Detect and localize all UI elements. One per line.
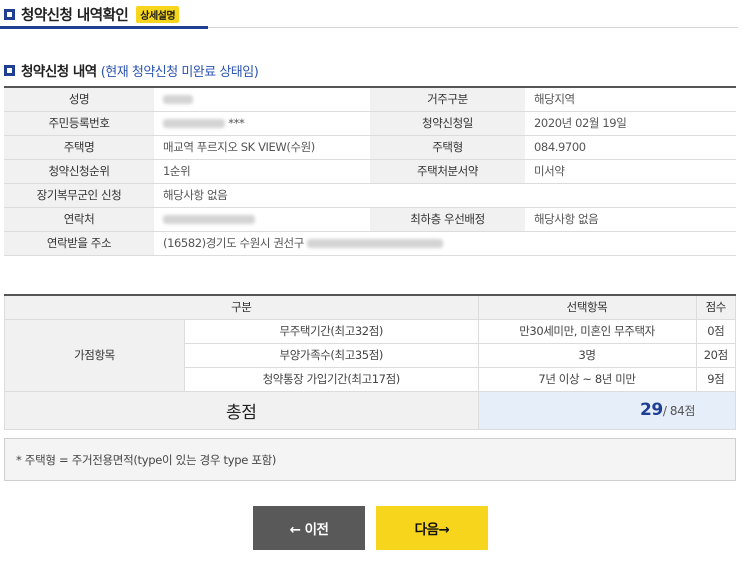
- redacted-phone: [163, 215, 255, 224]
- page-title: 청약신청 내역확인: [21, 8, 129, 24]
- name-value: [154, 87, 370, 112]
- disposal-label: 주택처분서약: [370, 159, 525, 184]
- total-max: / 84점: [662, 404, 696, 418]
- total-value-cell: 29/ 84점: [477, 390, 737, 430]
- total-score: 29: [639, 400, 663, 420]
- contact-value: [154, 207, 370, 232]
- section-title: 청약신청 내역: [21, 64, 97, 80]
- redacted-address: [307, 239, 444, 248]
- table-row: 주민등록번호 *** 청약신청일 2020년 02월 19일: [4, 111, 736, 136]
- square-bullet-icon: [4, 64, 15, 76]
- house-name-value: 매교역 푸르지오 SK VIEW(수원): [154, 135, 370, 160]
- row-points: 20점: [695, 342, 737, 368]
- apply-date-value: 2020년 02월 19일: [525, 111, 736, 136]
- detail-badge-button[interactable]: 상세설명: [136, 6, 180, 23]
- row-choice: 만30세미만, 미혼인 무주택자: [477, 318, 697, 344]
- contact-label: 연락처: [4, 207, 154, 232]
- residence-label: 거주구분: [370, 87, 525, 112]
- footnote: * 주택형 = 주거전용면적(type이 있는 경우 type 포함): [4, 438, 736, 481]
- rank-value: 1순위: [154, 159, 370, 184]
- rrn-label: 주민등록번호: [4, 111, 154, 136]
- square-bullet-icon: [4, 9, 15, 20]
- section-header: 청약신청 내역 (현재 청약신청 미완료 상태임): [4, 60, 259, 80]
- header-points: 점수: [695, 294, 737, 320]
- table-row: 연락받을 주소 (16582)경기도 수원시 권선구: [4, 231, 736, 256]
- table-row: 가점항목 무주택기간(최고32점) 만30세미만, 미혼인 무주택자 0점: [4, 318, 737, 392]
- row-item: 무주택기간(최고32점): [184, 318, 479, 344]
- address-value: (16582)경기도 수원시 권선구: [154, 231, 736, 256]
- top-floor-value: 해당사항 없음: [525, 207, 736, 232]
- title-accent-bar: [0, 26, 208, 29]
- application-info-table: 성명 거주구분 해당지역 주민등록번호 *** 청약신청일 2020년 02월 …: [4, 86, 736, 256]
- apply-date-label: 청약신청일: [370, 111, 525, 136]
- table-row: 장기복무군인 신청 해당사항 없음: [4, 183, 736, 208]
- header-category: 구분: [4, 294, 479, 320]
- bonus-group-label: 가점항목: [4, 318, 185, 392]
- address-label: 연락받을 주소: [4, 231, 154, 256]
- table-row: 주택명 매교역 푸르지오 SK VIEW(수원) 주택형 084.9700: [4, 135, 736, 160]
- table-row: 연락처 최하층 우선배정 해당사항 없음: [4, 207, 736, 232]
- military-label: 장기복무군인 신청: [4, 183, 154, 208]
- military-value: 해당사항 없음: [154, 183, 736, 208]
- top-floor-label: 최하층 우선배정: [370, 207, 525, 232]
- row-item: 청약통장 가입기간(최고17점): [184, 366, 479, 392]
- rank-label: 청약신청순위: [4, 159, 154, 184]
- rrn-value: ***: [154, 111, 370, 136]
- row-item: 부양가족수(최고35점): [184, 342, 479, 368]
- redacted-rrn: [163, 119, 225, 128]
- total-label: 총점: [4, 390, 479, 430]
- total-row: 총점 29/ 84점: [4, 390, 737, 430]
- page-header: 청약신청 내역확인 상세설명: [4, 4, 180, 25]
- disposal-value: 미서약: [525, 159, 736, 184]
- house-type-value: 084.9700: [525, 135, 736, 160]
- table-row: 성명 거주구분 해당지역: [4, 87, 736, 112]
- residence-value: 해당지역: [525, 87, 736, 112]
- name-label: 성명: [4, 87, 154, 112]
- house-name-label: 주택명: [4, 135, 154, 160]
- table-header-row: 구분 선택항목 점수: [4, 294, 737, 320]
- section-subtitle: (현재 청약신청 미완료 상태임): [100, 64, 259, 80]
- score-table: 구분 선택항목 점수 가점항목 무주택기간(최고32점) 만30세미만, 미혼인…: [4, 294, 737, 430]
- redacted-name: [163, 95, 193, 105]
- row-points: 9점: [695, 366, 737, 392]
- row-choice: 7년 이상 ~ 8년 미만: [477, 366, 697, 392]
- address-text: (16582)경기도 수원시 권선구: [163, 236, 304, 250]
- rrn-suffix: ***: [228, 116, 245, 130]
- header-choice: 선택항목: [477, 294, 697, 320]
- table-row: 청약신청순위 1순위 주택처분서약 미서약: [4, 159, 736, 184]
- row-points: 0점: [695, 318, 737, 344]
- row-choice: 3명: [477, 342, 697, 368]
- prev-button[interactable]: ← 이전: [253, 506, 365, 550]
- next-button[interactable]: 다음→: [376, 506, 488, 550]
- house-type-label: 주택형: [370, 135, 525, 160]
